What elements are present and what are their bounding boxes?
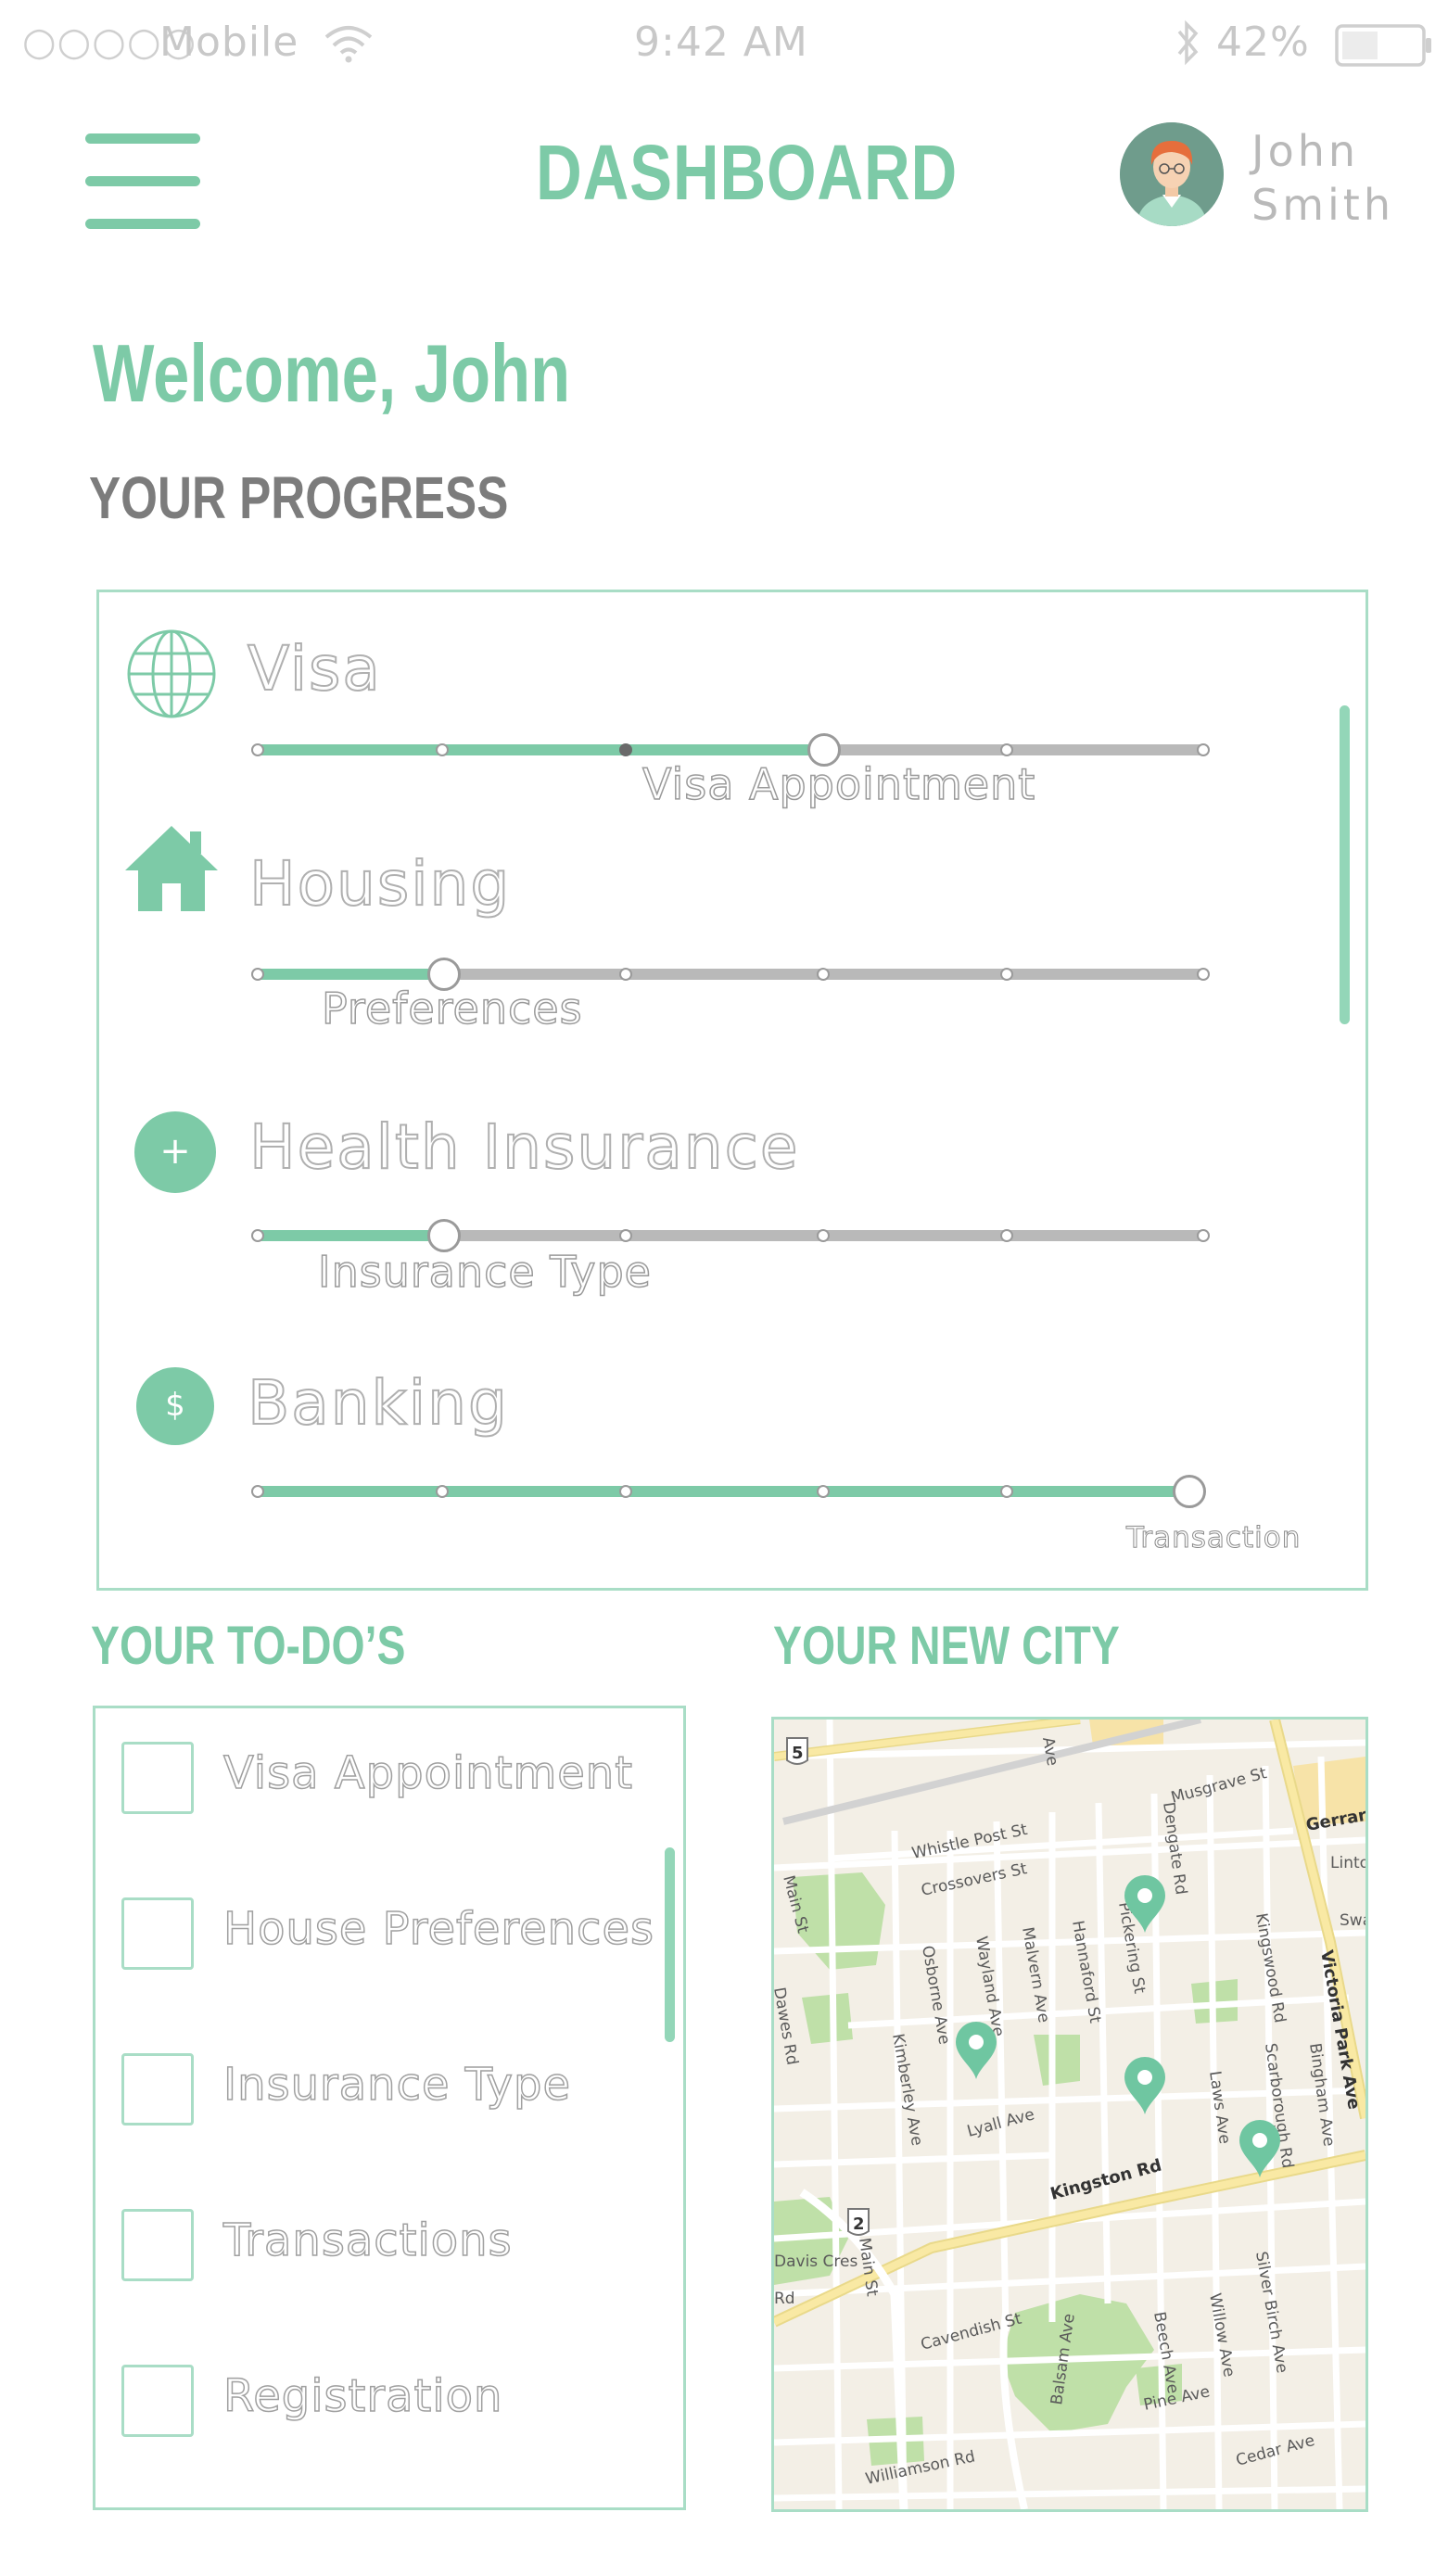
checkbox[interactable] [121, 2365, 194, 2437]
pin-center [1137, 1888, 1152, 1903]
progress-card: Visa Visa Appointment Housing Preference… [96, 590, 1368, 1591]
user-first-name: John [1251, 126, 1360, 176]
route-badge-2: 2 [847, 2208, 870, 2236]
progress-visa[interactable]: Visa Visa Appointment [99, 592, 1341, 824]
pin-center [1252, 2133, 1267, 2148]
progress-fill [255, 969, 444, 980]
carrier-name: Mobile [159, 19, 299, 66]
checkbox[interactable] [121, 2053, 194, 2126]
current-step-label: Transaction [1125, 1521, 1302, 1555]
status-bar: ○○○○○ Mobile 9:42 AM 42% [0, 0, 1448, 93]
user-last-name: Smith [1251, 180, 1394, 230]
wifi-icon [323, 22, 375, 63]
todo-item[interactable]: Insurance Type [95, 2053, 670, 2137]
progress-fill [255, 1486, 1189, 1497]
todo-scrollbar[interactable] [665, 1847, 675, 2042]
category-label: Health Insurance [248, 1110, 800, 1184]
svg-text:2: 2 [853, 2214, 865, 2234]
progress-title: YOUR PROGRESS [89, 464, 509, 531]
checkbox[interactable] [121, 1897, 194, 1970]
dollar-icon: $ [136, 1367, 214, 1445]
category-label: Banking [247, 1366, 509, 1440]
avatar[interactable] [1120, 122, 1224, 226]
battery-percent: 42% [1216, 19, 1310, 66]
menu-icon[interactable] [85, 132, 200, 234]
route-badge-5: 5 [786, 1737, 808, 1765]
progress-knob[interactable] [1173, 1475, 1206, 1508]
battery-icon [1335, 24, 1433, 67]
house-icon [123, 824, 220, 913]
progress-fill [255, 1230, 444, 1241]
globe-icon [125, 628, 218, 720]
current-step-label: Preferences [321, 983, 583, 1034]
street-label: Rd [774, 2290, 795, 2308]
todo-card: Visa Appointment House Preferences Insur… [93, 1706, 686, 2510]
todo-label: Registration [222, 2369, 503, 2423]
user-name[interactable]: John Smith [1251, 124, 1394, 232]
clock: 9:42 AM [634, 19, 808, 66]
progress-banking[interactable]: $ Banking Transaction [99, 1343, 1369, 1584]
progress-scrollbar[interactable] [1340, 705, 1350, 1024]
pin-center [969, 2035, 984, 2049]
progress-housing[interactable]: Housing Preferences [99, 824, 1341, 1056]
todo-item[interactable]: Transactions [95, 2209, 670, 2292]
street-label: Davis Cres [774, 2252, 857, 2271]
todo-item[interactable]: House Preferences [95, 1897, 670, 1981]
plus-icon: + [134, 1111, 216, 1193]
progress-fill [255, 744, 824, 755]
progress-health-insurance[interactable]: + Health Insurance Insurance Type [99, 1084, 1341, 1315]
street-label: Swan [1340, 1911, 1365, 1930]
user-portrait-icon [1120, 122, 1224, 226]
progress-track[interactable] [251, 1473, 1206, 1510]
current-step-label: Visa Appointment [641, 758, 1036, 810]
category-label: Visa [247, 632, 382, 705]
todo-item[interactable]: Visa Appointment [95, 1742, 670, 1825]
page-title: DASHBOARD [536, 129, 959, 216]
street-label: Linton [1330, 1854, 1365, 1872]
todos-title: YOUR TO-DO’S [91, 1616, 406, 1676]
bluetooth-icon [1174, 19, 1201, 67]
city-map[interactable]: 5 2 Musgrave StGerrardLintonSwanWhistle … [771, 1717, 1368, 2512]
checkbox[interactable] [121, 2209, 194, 2281]
todo-label: Transactions [222, 2214, 513, 2267]
checkbox[interactable] [121, 1742, 194, 1814]
todo-label: Insurance Type [222, 2058, 572, 2112]
category-label: Housing [248, 847, 512, 920]
todo-label: House Preferences [222, 1902, 654, 1956]
pin-center [1137, 2070, 1152, 2085]
current-step-label: Insurance Type [317, 1246, 652, 1298]
welcome-heading: Welcome, John [93, 327, 571, 419]
todo-item[interactable]: Registration [95, 2365, 670, 2448]
todo-label: Visa Appointment [222, 1746, 634, 1800]
city-title: YOUR NEW CITY [773, 1616, 1120, 1676]
map-canvas[interactable]: 5 2 Musgrave StGerrardLintonSwanWhistle … [774, 1719, 1365, 2509]
svg-text:5: 5 [792, 1744, 804, 1763]
